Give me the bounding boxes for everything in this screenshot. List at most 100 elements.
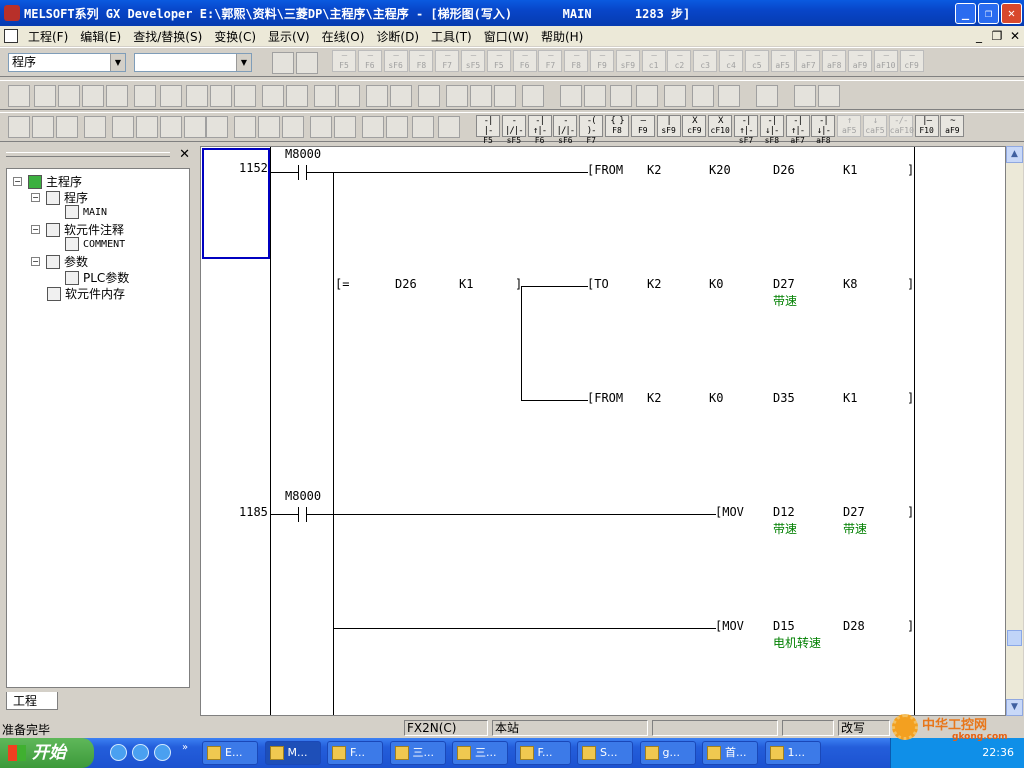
tool-icon[interactable] [160,85,182,107]
ladder-key-button[interactable]: { } F8 [605,115,629,137]
ladder-key-button[interactable]: |— F10 [914,115,939,137]
ladder-key-button[interactable]: — aF5 [770,50,795,72]
tool-icon[interactable] [234,85,256,107]
taskbar-button[interactable]: F... [514,741,571,765]
taskbar-button[interactable]: 1... [764,741,821,765]
collapse-icon[interactable]: − [13,177,22,186]
read-mode-icon[interactable] [272,52,294,74]
vertical-scrollbar[interactable]: ▲ ▼ [1006,146,1023,716]
ladder-key-button[interactable]: — F7 [435,50,460,72]
tool-icon[interactable] [386,116,408,138]
tool-icon[interactable] [390,85,412,107]
tool-icon[interactable] [818,85,840,107]
ladder-key-button[interactable]: -|↓|- aF8 [811,115,836,145]
ladder-key-button[interactable]: — c2 [667,50,692,72]
ladder-key-button[interactable]: — c1 [641,50,666,72]
chevron-down-icon[interactable]: ▼ [236,54,251,71]
ladder-key-button[interactable]: — F7 [538,50,563,72]
document-icon[interactable] [4,29,18,43]
panel-grip[interactable] [6,152,170,157]
ladder-key-button[interactable]: -/- caF10 [888,115,914,137]
ladder-key-button[interactable]: XcF9 [682,115,707,137]
ladder-key-button[interactable]: — F5 [486,50,511,72]
tool-icon[interactable] [718,85,740,107]
tool-icon[interactable] [106,85,128,107]
tool-icon[interactable] [446,85,468,107]
tool-icon[interactable] [134,85,156,107]
close-icon[interactable]: ✕ [179,147,190,162]
tool-icon[interactable] [470,85,492,107]
ladder-key-button[interactable]: — sF9 [615,50,640,72]
ladder-key-button[interactable]: -|↓|- sF8 [759,115,784,145]
tool-icon[interactable] [522,85,544,107]
tool-icon[interactable] [82,85,104,107]
ladder-key-button[interactable]: ↑ aF5 [837,115,862,137]
taskbar-button[interactable]: S... [577,741,633,765]
more-icon[interactable]: » [182,742,188,753]
ie-icon[interactable] [110,744,127,761]
ladder-key-button[interactable]: — F9 [590,50,614,72]
mdi-minimize-icon[interactable]: _ [970,29,988,43]
tool-icon[interactable] [664,85,686,107]
tool-icon[interactable] [794,85,816,107]
tree-node-device-comment[interactable]: − 软元件注释 [31,221,124,238]
tool-icon[interactable] [206,116,228,138]
tool-icon[interactable] [286,85,308,107]
tool-icon[interactable] [610,85,632,107]
tree-node-comment[interactable]: COMMENT [65,237,125,251]
tool-icon[interactable] [314,85,336,107]
tab-project[interactable]: 工程 [6,692,58,710]
mdi-close-icon[interactable]: ✕ [1006,29,1024,43]
taskbar-button[interactable]: 首... [702,741,758,765]
ladder-key-button[interactable]: — F8 [409,50,434,72]
close-button[interactable]: ✕ [1001,2,1022,24]
ladder-key-button[interactable]: -| |- F5 [476,115,500,145]
tool-icon[interactable] [112,116,134,138]
tool-icon[interactable] [32,116,54,138]
scroll-up-icon[interactable]: ▲ [1006,146,1023,163]
tree-node-main[interactable]: MAIN [65,205,107,219]
ladder-key-button[interactable]: — F8 [564,50,589,72]
tool-icon[interactable] [310,116,332,138]
tool-icon[interactable] [234,116,256,138]
browser-icon[interactable] [132,744,149,761]
write-mode-icon[interactable] [296,52,318,74]
taskbar-button[interactable]: 三... [452,741,508,765]
start-button[interactable]: 开始 [0,738,94,768]
menu-window[interactable]: 窗口(W) [478,28,535,45]
tool-icon[interactable] [258,116,280,138]
tool-icon[interactable] [418,85,440,107]
tool-icon[interactable] [692,85,714,107]
tool-icon[interactable] [8,116,30,138]
minimize-button[interactable]: _ [955,2,976,24]
menu-convert[interactable]: 变换(C) [208,28,262,45]
tree-node-main-program[interactable]: − 主程序 [13,173,82,190]
menu-edit[interactable]: 编辑(E) [74,28,127,45]
menu-find-replace[interactable]: 查找/替换(S) [127,28,208,45]
ladder-key-button[interactable]: ~ aF9 [940,115,965,137]
taskbar-button[interactable]: g... [639,741,696,765]
ladder-key-button[interactable]: — F6 [357,50,382,72]
ladder-key-button[interactable]: — aF10 [873,50,898,72]
contact-symbol[interactable] [298,507,299,522]
tool-icon[interactable] [584,85,606,107]
tool-icon[interactable] [186,85,208,107]
taskbar-button[interactable]: M... [264,741,321,765]
tool-icon[interactable] [560,85,582,107]
collapse-icon[interactable]: − [31,257,40,266]
ladder-key-button[interactable]: — aF9 [848,50,872,72]
menu-online[interactable]: 在线(O) [316,28,371,45]
tool-icon[interactable] [282,116,304,138]
menu-tools[interactable]: 工具(T) [425,28,478,45]
ladder-key-button[interactable]: — F6 [512,50,537,72]
ladder-key-button[interactable]: -|↑|- F6 [527,115,552,145]
menu-diagnostics[interactable]: 诊断(D) [370,28,425,45]
tool-icon[interactable] [334,116,356,138]
ladder-key-button[interactable]: -( )- F7 [579,115,604,145]
taskbar-button[interactable]: 三... [389,741,446,765]
ladder-key-button[interactable]: — aF7 [796,50,821,72]
ladder-key-button[interactable]: — c3 [693,50,718,72]
tool-icon[interactable] [756,85,778,107]
tool-icon[interactable] [438,116,460,138]
tree-node-program[interactable]: − 程序 [31,189,88,206]
